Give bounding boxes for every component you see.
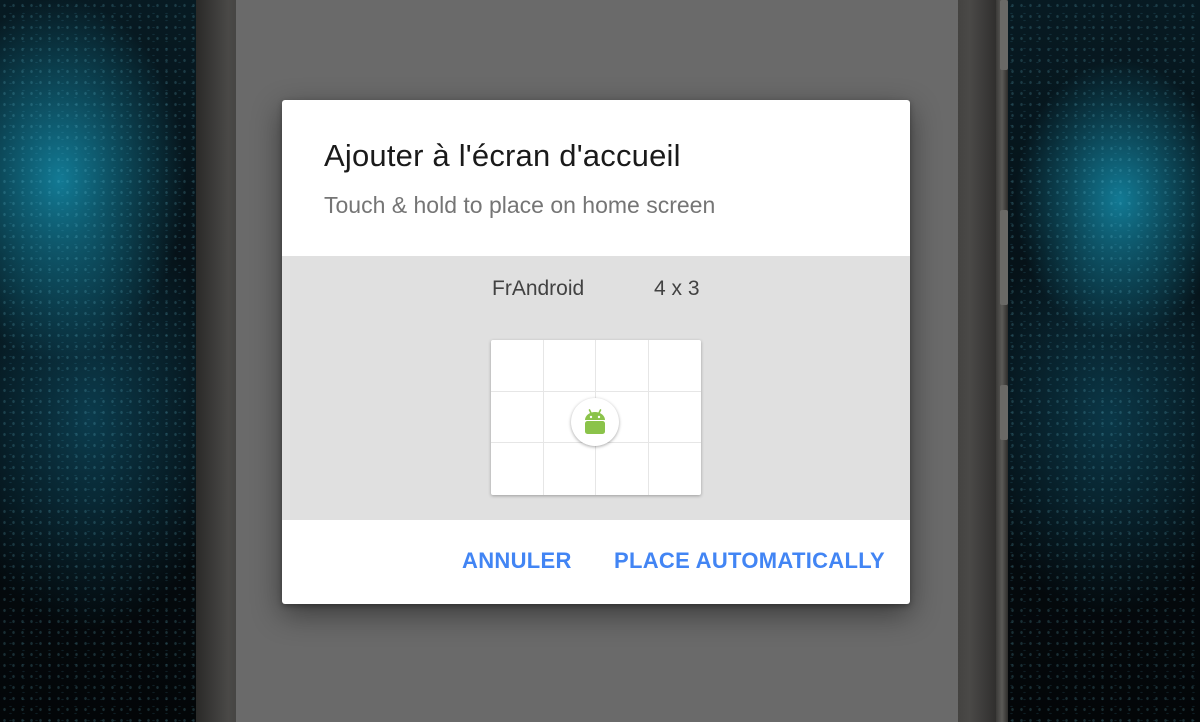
add-to-home-dialog: Ajouter à l'écran d'accueil Touch & hold… <box>282 100 910 604</box>
android-robot-icon <box>585 409 605 434</box>
grid-cell <box>596 340 649 392</box>
phone-power-button <box>1000 0 1008 70</box>
app-icon[interactable] <box>571 398 619 446</box>
background-scene: Ajouter à l'écran d'accueil Touch & hold… <box>0 0 1200 722</box>
grid-cell <box>648 340 701 392</box>
grid-cell <box>596 443 649 495</box>
dialog-title: Ajouter à l'écran d'accueil <box>324 138 681 173</box>
phone-side-rail <box>996 0 1008 722</box>
dialog-subtitle: Touch & hold to place on home screen <box>324 192 716 218</box>
widget-name: FrAndroid <box>492 277 585 300</box>
place-automatically-button[interactable]: PLACE AUTOMATICALLY <box>614 548 885 574</box>
grid-cell <box>491 391 544 444</box>
grid-cell <box>649 443 702 495</box>
dialog-actions: ANNULER PLACE AUTOMATICALLY <box>282 520 910 604</box>
grid-cell <box>544 443 596 495</box>
grid-cell <box>648 392 701 444</box>
widget-preview-area: FrAndroid 4 x 3 <box>282 256 910 520</box>
phone-volume-up-button <box>1000 210 1008 305</box>
grid-cell <box>491 340 544 392</box>
widget-size: 4 x 3 <box>654 277 700 300</box>
cancel-button[interactable]: ANNULER <box>462 548 572 574</box>
grid-cell <box>543 340 596 392</box>
grid-cell <box>491 443 544 495</box>
phone-volume-down-button <box>1000 385 1008 440</box>
